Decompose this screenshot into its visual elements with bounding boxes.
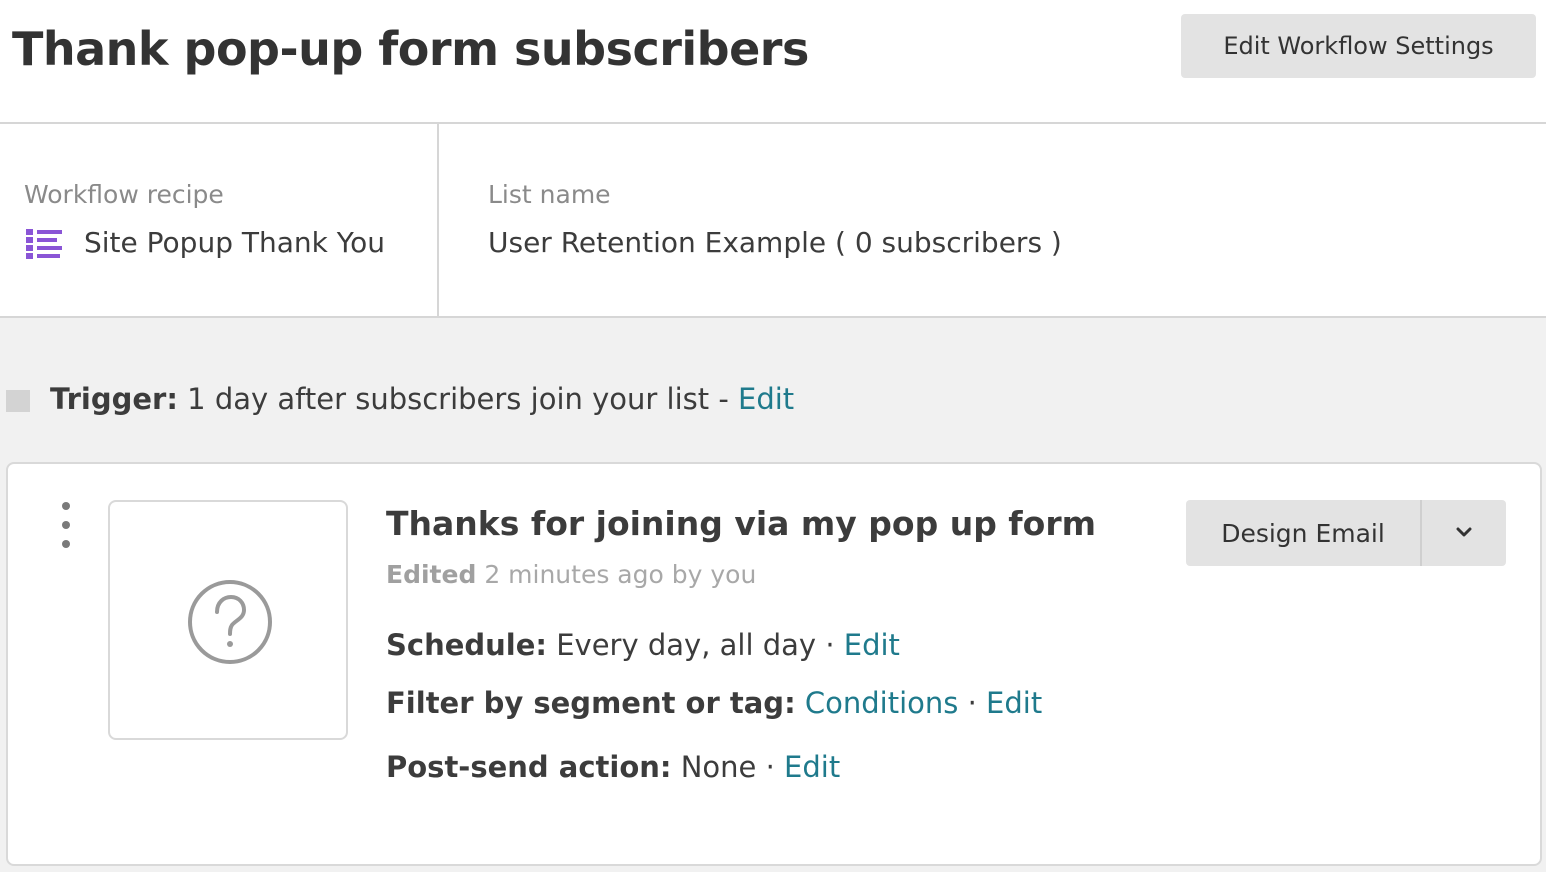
list-name-value: User Retention Example ( 0 subscribers ) [488, 226, 1062, 259]
design-email-button[interactable]: Design Email [1186, 500, 1420, 566]
post-send-edit-link[interactable]: Edit [784, 750, 840, 784]
trigger-label: Trigger: [50, 382, 178, 416]
trigger-edit-link[interactable]: Edit [738, 382, 794, 416]
page-header: Thank pop-up form subscribers Edit Workf… [0, 0, 1546, 123]
kebab-menu-icon[interactable] [56, 502, 76, 548]
workflow-recipe-label: Workflow recipe [24, 180, 224, 209]
separator: · [825, 628, 835, 662]
separator: · [967, 686, 977, 720]
workflow-recipe-value: Site Popup Thank You [84, 226, 385, 259]
schedule-label: Schedule: [386, 628, 548, 662]
trigger-text: 1 day after subscribers join your list - [187, 382, 729, 416]
post-send-label: Post-send action: [386, 750, 672, 784]
list-icon [26, 229, 62, 259]
workflow-area: Trigger: 1 day after subscribers join yo… [0, 318, 1546, 872]
workflow-info-row: Workflow recipe Site Popup Thank You Lis… [0, 124, 1546, 316]
post-send-value: None [680, 750, 757, 784]
email-title: Thanks for joining via my pop up form [386, 504, 1096, 543]
filter-edit-link[interactable]: Edit [986, 686, 1042, 720]
separator: · [765, 750, 775, 784]
design-email-dropdown-button[interactable] [1422, 500, 1506, 566]
filter-label: Filter by segment or tag: [386, 686, 796, 720]
info-column-divider [437, 124, 439, 316]
page-title: Thank pop-up form subscribers [12, 22, 809, 76]
schedule-value: Every day, all day [556, 628, 817, 662]
edited-label: Edited [386, 560, 477, 589]
trigger-marker [6, 390, 30, 412]
email-card: Thanks for joining via my pop up form Ed… [6, 462, 1542, 866]
filter-line: Filter by segment or tag: Conditions · E… [386, 686, 1042, 720]
email-thumbnail[interactable] [108, 500, 348, 740]
question-mark-icon [188, 580, 272, 664]
chevron-down-icon [1456, 527, 1472, 537]
schedule-edit-link[interactable]: Edit [844, 628, 900, 662]
schedule-line: Schedule: Every day, all day · Edit [386, 628, 900, 662]
edit-workflow-settings-button[interactable]: Edit Workflow Settings [1181, 14, 1536, 78]
conditions-link[interactable]: Conditions [805, 686, 959, 720]
post-send-line: Post-send action: None · Edit [386, 750, 840, 784]
trigger-line: Trigger: 1 day after subscribers join yo… [50, 382, 794, 416]
design-email-button-group: Design Email [1186, 500, 1506, 566]
edited-text: 2 minutes ago by you [484, 560, 757, 589]
list-name-label: List name [488, 180, 611, 209]
edited-info: Edited 2 minutes ago by you [386, 560, 756, 589]
